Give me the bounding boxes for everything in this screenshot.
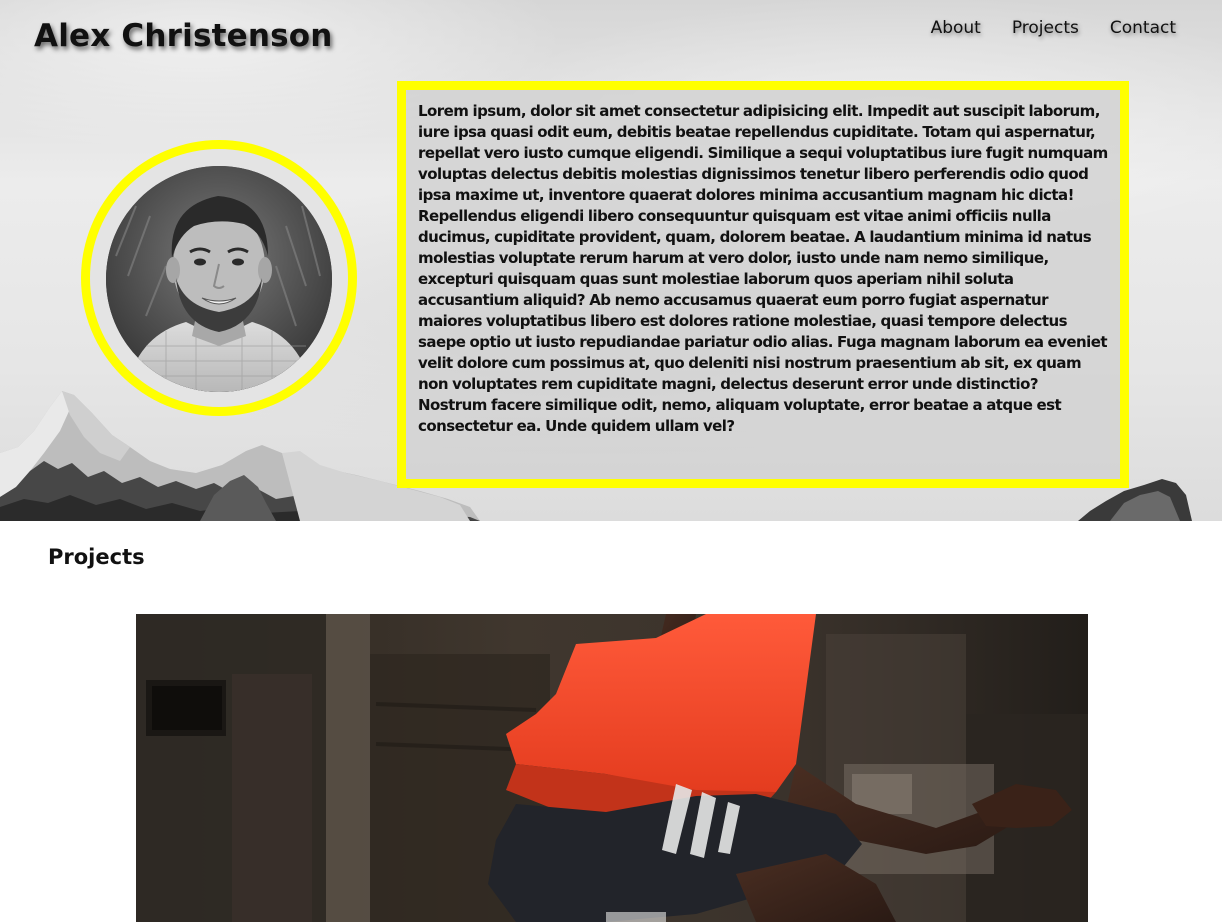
nav-link-contact[interactable]: Contact <box>1110 18 1176 38</box>
project-image[interactable] <box>136 614 1088 922</box>
runner-photo <box>136 614 1088 922</box>
portrait-image <box>106 166 332 392</box>
avatar-frame-inner <box>90 149 348 407</box>
hero-section: Alex Christenson About Projects Contact <box>0 0 1222 521</box>
avatar <box>106 166 332 392</box>
bio-text: Lorem ipsum, dolor sit amet consectetur … <box>418 102 1108 435</box>
nav-link-projects[interactable]: Projects <box>1012 18 1079 38</box>
page: Alex Christenson About Projects Contact <box>0 0 1222 922</box>
projects-heading: Projects <box>48 545 145 569</box>
main-nav: About Projects Contact <box>931 18 1176 38</box>
nav-link-about[interactable]: About <box>931 18 981 38</box>
site-title: Alex Christenson <box>34 18 333 54</box>
bio-box: Lorem ipsum, dolor sit amet consectetur … <box>397 81 1129 488</box>
avatar-frame <box>81 140 357 416</box>
